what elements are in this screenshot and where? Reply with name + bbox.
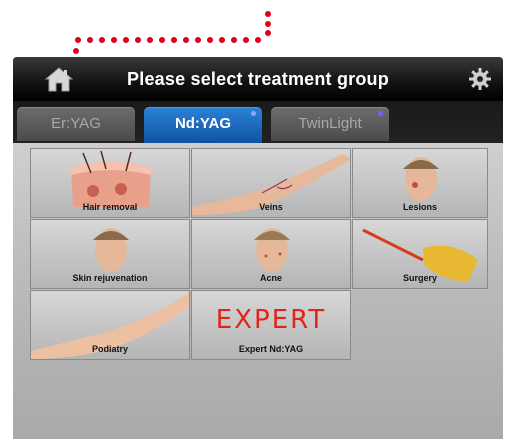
treatment-grid: Hair removal Veins Lesions Skin rejuvena…: [13, 143, 503, 439]
tab-bar: Er:YAG Nd:YAG TwinLight: [13, 101, 503, 147]
gear-icon[interactable]: [468, 67, 492, 91]
treatment-skin-rejuvenation[interactable]: Skin rejuvenation: [30, 219, 190, 289]
tab-er-yag[interactable]: Er:YAG: [17, 107, 135, 141]
treatment-label: Lesions: [402, 202, 437, 212]
treatment-label: Surgery: [402, 273, 437, 283]
tab-nd-yag-label: Nd:YAG: [174, 115, 232, 132]
tab-indicator-dot: [251, 111, 256, 116]
treatment-lesions[interactable]: Lesions: [352, 148, 488, 218]
device-screen: Please select treatment group Er:YAG Nd:…: [13, 57, 503, 439]
treatment-label: Expert Nd:YAG: [238, 344, 304, 354]
tab-twinlight[interactable]: TwinLight: [271, 107, 389, 141]
treatment-label: Hair removal: [82, 202, 138, 212]
treatment-label: Podiatry: [91, 344, 128, 354]
tab-er-yag-label: Er:YAG: [51, 115, 101, 132]
treatment-label: Acne: [259, 273, 282, 283]
expert-logo: EXPERT: [215, 305, 327, 335]
treatment-veins[interactable]: Veins: [191, 148, 351, 218]
tab-indicator-dot: [378, 111, 383, 116]
page-title: Please select treatment group: [127, 69, 389, 89]
treatment-acne[interactable]: Acne: [191, 219, 351, 289]
treatment-expert-nd-yag[interactable]: EXPERT Expert Nd:YAG: [191, 290, 351, 360]
treatment-hair-removal[interactable]: Hair removal: [30, 148, 190, 218]
home-icon[interactable]: [45, 66, 73, 92]
treatment-podiatry[interactable]: Podiatry: [30, 290, 190, 360]
treatment-label: Veins: [259, 202, 283, 212]
treatment-label: Skin rejuvenation: [72, 273, 148, 283]
treatment-surgery[interactable]: Surgery: [352, 219, 488, 289]
tab-twinlight-label: TwinLight: [298, 115, 362, 132]
title-bar: Please select treatment group: [13, 57, 503, 101]
